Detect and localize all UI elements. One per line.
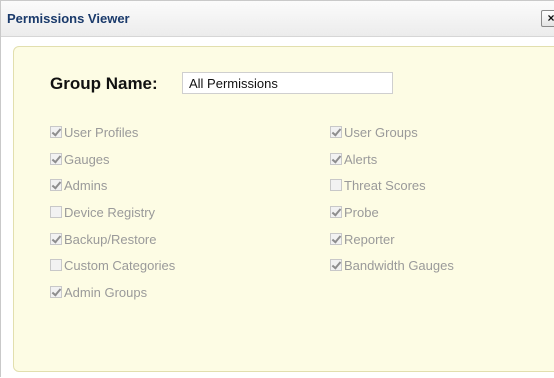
perm-label: Gauges [64,151,110,167]
perm-device-registry[interactable]: Device Registry [50,204,155,220]
perm-label: Device Registry [64,204,156,220]
perm-admin-groups[interactable]: Admin Groups [50,284,147,300]
perm-label: User Profiles [64,124,139,140]
perm-gauges[interactable]: Gauges [50,151,110,167]
perm-label: Probe [344,204,379,220]
perm-label: Alerts [344,151,378,167]
checkbox[interactable] [330,259,342,271]
checkbox[interactable] [330,233,342,245]
checkbox[interactable] [330,126,342,138]
group-name-label: Group Name: [50,74,158,93]
perm-label: Backup/Restore [64,231,157,247]
group-name-input[interactable] [182,72,393,94]
checkbox[interactable] [330,179,342,191]
title-bar: Permissions Viewer × [1,1,554,37]
checkbox[interactable] [50,179,62,191]
perm-threat-scores[interactable]: Threat Scores [330,177,426,193]
perm-label: Reporter [344,231,395,247]
perm-alerts[interactable]: Alerts [330,151,377,167]
close-button[interactable]: × [541,10,554,27]
perm-reporter[interactable]: Reporter [330,231,395,247]
perm-label: Admins [64,177,108,193]
checkbox[interactable] [50,286,62,298]
checkbox[interactable] [50,153,62,165]
checkbox[interactable] [50,233,62,245]
perm-bandwidth-gauges[interactable]: Bandwidth Gauges [330,257,454,273]
checkbox[interactable] [50,126,62,138]
perm-label: Bandwidth Gauges [344,257,454,273]
perm-label: User Groups [344,124,418,140]
perm-probe[interactable]: Probe [330,204,379,220]
perm-label: Admin Groups [64,284,148,300]
perm-custom-categories[interactable]: Custom Categories [50,257,175,273]
perm-user-profiles[interactable]: User Profiles [50,124,138,140]
checkbox[interactable] [330,206,342,218]
dialog-title: Permissions Viewer [7,11,130,26]
checkbox[interactable] [330,153,342,165]
perm-user-groups[interactable]: User Groups [330,124,418,140]
permissions-panel: Group Name: User Profiles Gauges Admins … [13,46,554,372]
dialog-body: Group Name: User Profiles Gauges Admins … [1,37,554,378]
perm-admins[interactable]: Admins [50,177,107,193]
perm-label: Custom Categories [64,257,176,273]
perm-label: Threat Scores [344,177,426,193]
permissions-viewer-dialog: Permissions Viewer × Group Name: User Pr… [0,0,554,378]
perm-backup-restore[interactable]: Backup/Restore [50,231,157,247]
checkbox[interactable] [50,206,62,218]
checkbox[interactable] [50,259,62,271]
